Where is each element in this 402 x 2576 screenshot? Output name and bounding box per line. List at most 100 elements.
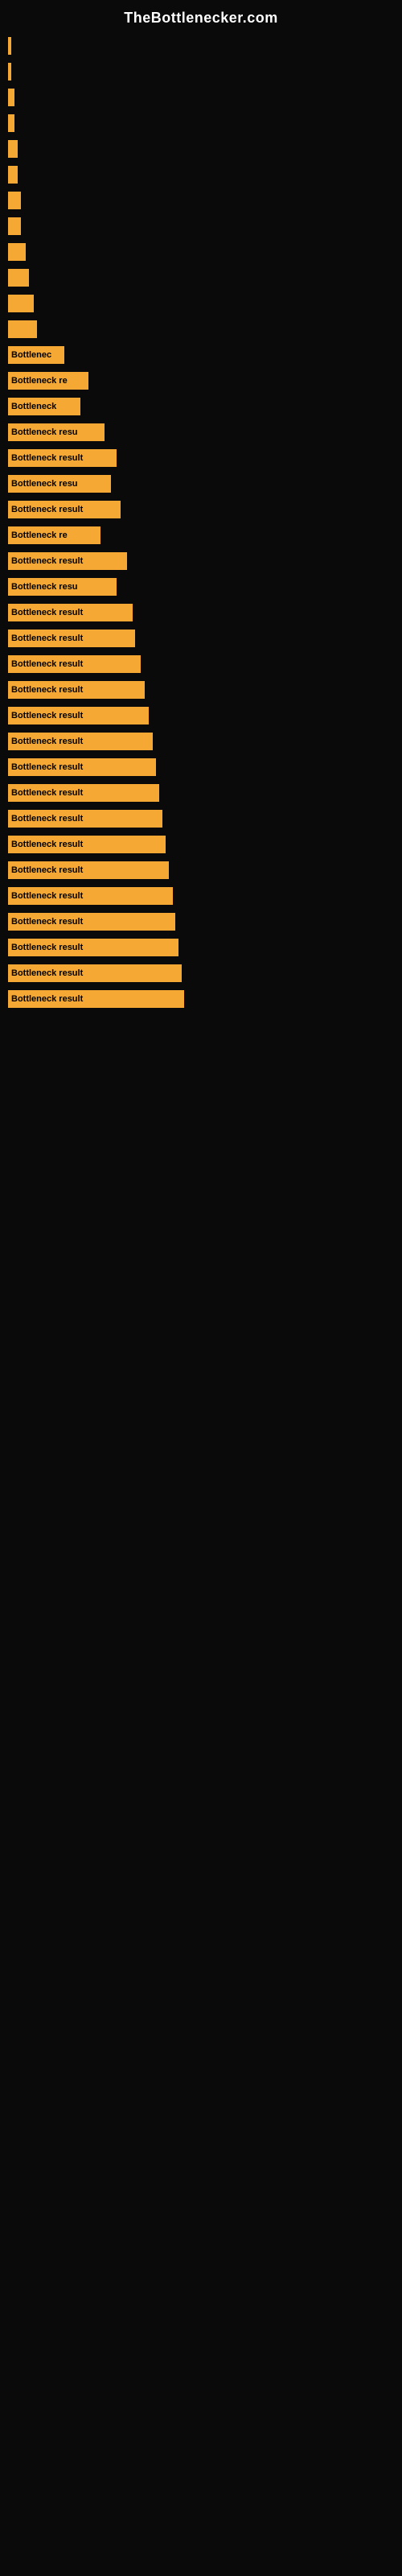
bar-label-text: Bottleneck resu	[11, 583, 78, 592]
bar-row: Bottleneck result	[0, 780, 402, 806]
bar-row: Bottleneck result	[0, 548, 402, 574]
bar-row: Bottleneck result	[0, 651, 402, 677]
bar-label-text: Bottleneck result	[11, 943, 83, 952]
bar-fill: Bottleneck resu	[8, 578, 117, 596]
bar-label-text: Bottleneck result	[11, 866, 83, 875]
bar-row	[0, 110, 402, 136]
bar-row: Bottleneck resu	[0, 419, 402, 445]
bar-fill: Bottleneck result	[8, 810, 162, 828]
bar-row	[0, 291, 402, 316]
bar-row: Bottleneck result	[0, 883, 402, 909]
bar-fill: Bottleneck result	[8, 733, 153, 750]
bar-label-text: Bottleneck result	[11, 712, 83, 720]
bar-label-text: Bottleneck re	[11, 531, 68, 540]
bar-fill	[8, 217, 21, 235]
site-title: TheBottlenecker.com	[0, 0, 402, 33]
bar-fill	[8, 114, 14, 132]
bar-row: Bottleneck result	[0, 445, 402, 471]
bar-fill: Bottleneck result	[8, 449, 117, 467]
bar-fill	[8, 269, 29, 287]
bar-fill: Bottleneck re	[8, 372, 88, 390]
bar-row: Bottleneck re	[0, 522, 402, 548]
bar-fill: Bottleneck result	[8, 501, 121, 518]
bar-fill: Bottleneck result	[8, 964, 182, 982]
bar-fill	[8, 63, 11, 80]
bar-row: Bottleneck re	[0, 368, 402, 394]
bar-label-text: Bottleneck result	[11, 660, 83, 669]
bar-row: Bottleneck result	[0, 832, 402, 857]
bar-row	[0, 136, 402, 162]
bar-fill: Bottleneck result	[8, 758, 156, 776]
bar-fill: Bottleneck result	[8, 939, 178, 956]
bar-label-text: Bottleneck result	[11, 634, 83, 643]
bar-row	[0, 59, 402, 85]
bar-label-text: Bottleneck resu	[11, 480, 78, 489]
bar-row: Bottleneck result	[0, 909, 402, 935]
bar-row: Bottleneck result	[0, 625, 402, 651]
bar-row: Bottleneck result	[0, 754, 402, 780]
bar-fill: Bottleneck result	[8, 887, 173, 905]
bar-fill: Bottleneck resu	[8, 423, 105, 441]
bar-label-text: Bottleneck result	[11, 506, 83, 514]
bar-label-text: Bottleneck result	[11, 609, 83, 617]
bar-label-text: Bottleneck result	[11, 557, 83, 566]
bar-fill: Bottleneck result	[8, 861, 169, 879]
bar-fill: Bottleneck result	[8, 784, 159, 802]
bar-fill: Bottleneck re	[8, 526, 100, 544]
bar-label-text: Bottleneck result	[11, 454, 83, 463]
bar-fill: Bottleneck result	[8, 604, 133, 621]
bar-label-text: Bottleneck result	[11, 763, 83, 772]
bar-label-text: Bottlenec	[11, 351, 51, 360]
bar-fill	[8, 89, 14, 106]
bar-fill: Bottleneck resu	[8, 475, 111, 493]
bar-row: Bottleneck result	[0, 935, 402, 960]
bar-label-text: Bottleneck result	[11, 815, 83, 824]
bar-fill: Bottleneck result	[8, 836, 166, 853]
bar-row	[0, 239, 402, 265]
bar-label-text: Bottleneck re	[11, 377, 68, 386]
bar-fill: Bottleneck	[8, 398, 80, 415]
bar-label-text: Bottleneck result	[11, 892, 83, 901]
bar-label-text: Bottleneck result	[11, 969, 83, 978]
bar-fill	[8, 295, 34, 312]
bar-fill	[8, 166, 18, 184]
bar-row	[0, 316, 402, 342]
bar-row	[0, 85, 402, 110]
bar-row	[0, 162, 402, 188]
bar-label-text: Bottleneck result	[11, 789, 83, 798]
bar-fill: Bottleneck result	[8, 913, 175, 931]
bar-row: Bottleneck result	[0, 729, 402, 754]
bar-fill	[8, 243, 26, 261]
bar-fill: Bottleneck result	[8, 552, 127, 570]
bar-label-text: Bottleneck resu	[11, 428, 78, 437]
bar-row: Bottleneck resu	[0, 471, 402, 497]
bar-fill	[8, 37, 11, 55]
bar-row: Bottleneck result	[0, 497, 402, 522]
bar-label-text: Bottleneck	[11, 402, 56, 411]
bar-fill	[8, 192, 21, 209]
bar-row: Bottleneck resu	[0, 574, 402, 600]
bar-row	[0, 188, 402, 213]
bar-row: Bottleneck result	[0, 677, 402, 703]
bar-row: Bottleneck result	[0, 857, 402, 883]
bar-row: Bottleneck	[0, 394, 402, 419]
bar-fill	[8, 320, 37, 338]
bar-fill: Bottleneck result	[8, 630, 135, 647]
bar-label-text: Bottleneck result	[11, 840, 83, 849]
bar-label-text: Bottleneck result	[11, 918, 83, 927]
bar-fill: Bottlenec	[8, 346, 64, 364]
bar-row: Bottleneck result	[0, 960, 402, 986]
bar-row: Bottleneck result	[0, 703, 402, 729]
bar-fill: Bottleneck result	[8, 655, 141, 673]
bar-fill	[8, 140, 18, 158]
bar-fill: Bottleneck result	[8, 990, 184, 1008]
bar-row: Bottleneck result	[0, 600, 402, 625]
bar-row: Bottleneck result	[0, 806, 402, 832]
bar-row: Bottlenec	[0, 342, 402, 368]
bar-label-text: Bottleneck result	[11, 995, 83, 1004]
bar-label-text: Bottleneck result	[11, 686, 83, 695]
bar-fill: Bottleneck result	[8, 707, 149, 724]
bar-row	[0, 33, 402, 59]
bar-row: Bottleneck result	[0, 986, 402, 1012]
bar-fill: Bottleneck result	[8, 681, 145, 699]
